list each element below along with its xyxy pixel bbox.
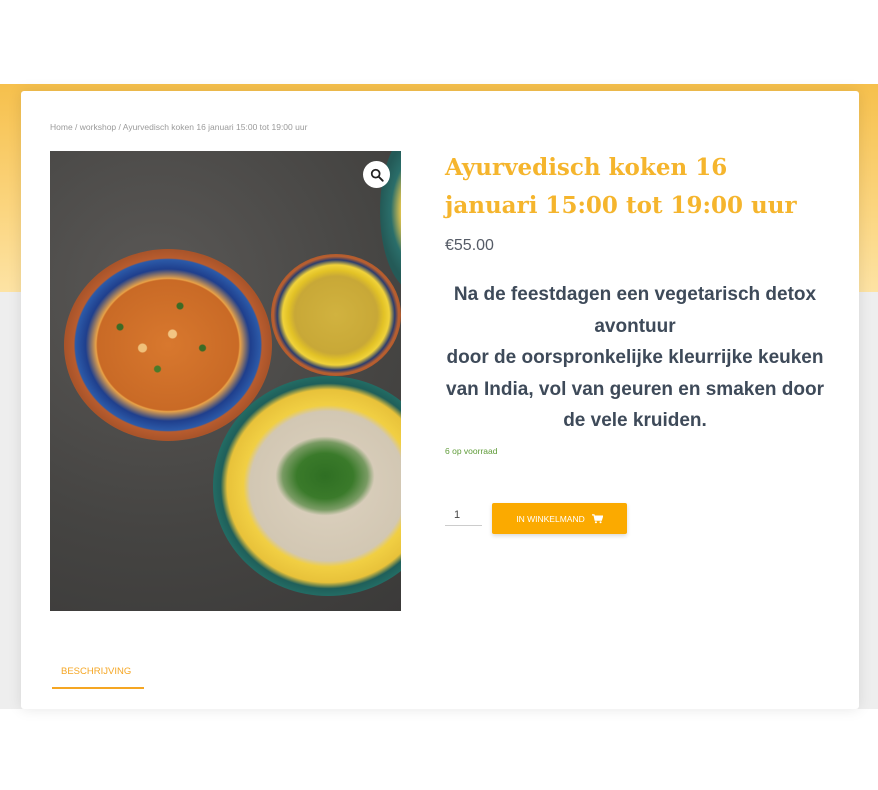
site-header (0, 0, 878, 84)
product-title: Ayurvedisch koken 16 januari 15:00 tot 1… (445, 154, 797, 219)
breadcrumb-separator: / (72, 122, 80, 132)
plate-dal (271, 254, 401, 376)
cart-icon (591, 513, 603, 523)
add-to-cart-button[interactable]: IN WINKELMAND (492, 503, 627, 534)
stock-status: 6 op voorraad (445, 446, 498, 456)
quantity-input[interactable] (445, 505, 482, 526)
add-to-cart-label: IN WINKELMAND (516, 513, 585, 524)
breadcrumb-home-link[interactable]: Home (50, 122, 73, 132)
product-card: Home / workshop / Ayurvedisch koken 16 j… (21, 91, 859, 709)
parsley-garnish (275, 436, 375, 516)
magnifier-icon (370, 168, 384, 182)
description-line: door de oorspronkelijke kleurrijke keuke… (446, 347, 824, 431)
product-image[interactable] (50, 151, 401, 611)
breadcrumb: Home / workshop / Ayurvedisch koken 16 j… (50, 122, 307, 132)
breadcrumb-current: Ayurvedisch koken 16 januari 15:00 tot 1… (122, 122, 308, 132)
breadcrumb-category-link[interactable]: workshop (80, 122, 116, 132)
breadcrumb-separator: / (116, 122, 123, 132)
product-short-description: Na de feestdagen een vegetarisch detox a… (445, 279, 825, 437)
description-line: Na de feestdagen een vegetarisch detox a… (453, 284, 817, 337)
product-price: €55.00 (445, 237, 494, 254)
page-footer-area (0, 709, 878, 790)
tab-description[interactable]: BESCHRIJVING (52, 660, 144, 689)
curry-vegetables (90, 271, 240, 411)
zoom-button[interactable] (363, 161, 390, 188)
